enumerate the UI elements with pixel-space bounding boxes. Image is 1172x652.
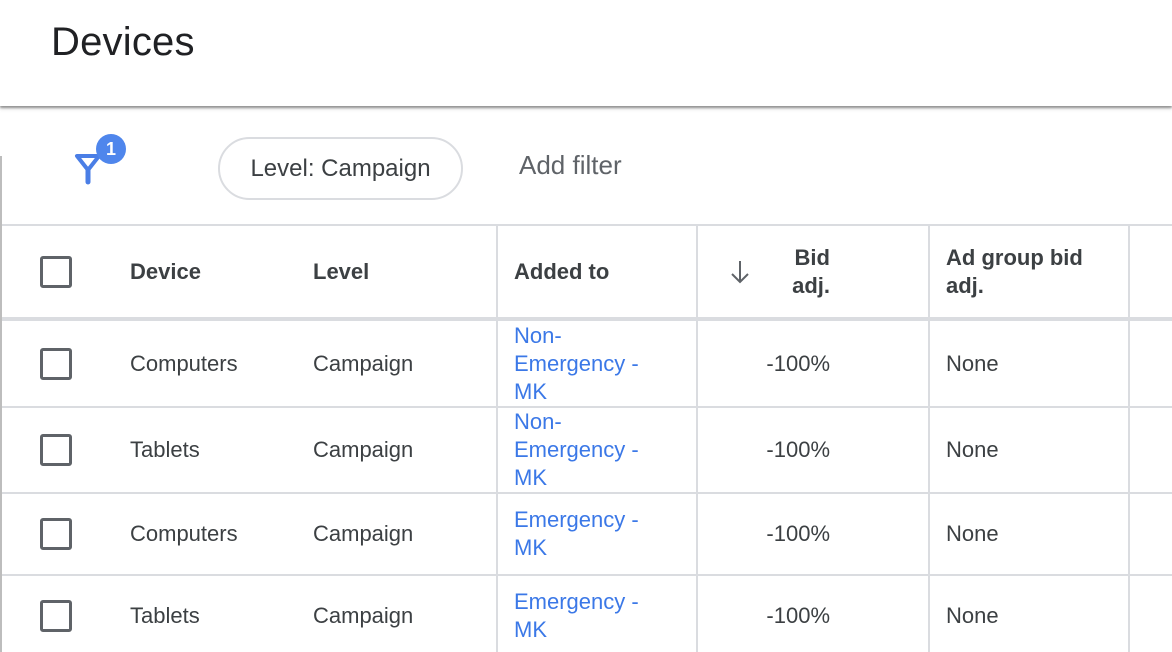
- row-checkbox[interactable]: [40, 600, 72, 632]
- row-select: [2, 493, 112, 576]
- table-row: Tablets Campaign Non- Emergency - MK -100%…: [2, 407, 1172, 494]
- cell-extra: [1129, 407, 1172, 494]
- column-header-level[interactable]: Level: [297, 224, 498, 321]
- cell-device: Tablets: [112, 407, 297, 494]
- filter-count-badge: 1: [96, 134, 126, 164]
- cell-extra: [1129, 493, 1172, 576]
- cell-device: Computers: [112, 319, 297, 408]
- filter-chip-label: Level: Campaign: [250, 154, 431, 182]
- cell-device: Computers: [112, 493, 297, 576]
- column-header-ad-group-bid-adj[interactable]: Ad group bid adj.: [929, 224, 1130, 321]
- column-header-added-to[interactable]: Added to: [497, 224, 698, 321]
- cell-ad-group-bid-adj: None: [929, 575, 1130, 652]
- ad-group-bid-adj-line2: adj.: [946, 272, 984, 298]
- cell-bid-adj[interactable]: -100%: [697, 493, 930, 576]
- cell-extra: [1129, 319, 1172, 408]
- campaign-link[interactable]: Emergency - MK: [514, 588, 664, 644]
- column-header-device[interactable]: Device: [112, 224, 297, 321]
- row-checkbox[interactable]: [40, 518, 72, 550]
- add-filter-button[interactable]: Add filter: [519, 150, 622, 181]
- header-select-all: [2, 224, 112, 321]
- bid-adj-label: Bid adj.: [792, 244, 830, 300]
- cell-bid-adj[interactable]: -100%: [697, 319, 930, 408]
- campaign-link[interactable]: Non- Emergency - MK: [514, 322, 664, 406]
- sort-descending-icon[interactable]: [728, 258, 752, 286]
- cell-bid-adj[interactable]: -100%: [697, 575, 930, 652]
- bid-adj-label-line1: Bid: [794, 245, 830, 270]
- ad-group-bid-adj-line1: Ad group bid: [946, 244, 1083, 270]
- cell-level: Campaign: [297, 575, 498, 652]
- cell-device: Tablets: [112, 575, 297, 652]
- cell-level: Campaign: [297, 407, 498, 494]
- campaign-link[interactable]: Non- Emergency - MK: [514, 408, 664, 492]
- cell-level: Campaign: [297, 493, 498, 576]
- row-select: [2, 575, 112, 652]
- cell-ad-group-bid-adj: None: [929, 407, 1130, 494]
- campaign-link[interactable]: Emergency - MK: [514, 506, 664, 562]
- page-title: Devices: [51, 20, 195, 64]
- row-select: [2, 319, 112, 408]
- column-header-extra: [1129, 224, 1172, 321]
- cell-added-to: Emergency - MK: [497, 493, 698, 576]
- page-header: Devices: [0, 0, 1172, 106]
- cell-ad-group-bid-adj: None: [929, 493, 1130, 576]
- cell-added-to: Emergency - MK: [497, 575, 698, 652]
- column-header-bid-adj[interactable]: Bid adj.: [697, 224, 930, 321]
- table-row: Tablets Campaign Emergency - MK -100% Non…: [2, 575, 1172, 652]
- cell-bid-adj[interactable]: -100%: [697, 407, 930, 494]
- cell-ad-group-bid-adj: None: [929, 319, 1130, 408]
- bid-adj-label-line2: adj.: [792, 273, 830, 298]
- row-select: [2, 407, 112, 494]
- table-header-row: Device Level Added to Bid adj. Ad group …: [2, 224, 1172, 321]
- table-row: Computers Campaign Emergency - MK -100% N…: [2, 493, 1172, 576]
- devices-table: Device Level Added to Bid adj. Ad group …: [2, 224, 1172, 652]
- cell-extra: [1129, 575, 1172, 652]
- select-all-checkbox[interactable]: [40, 255, 72, 288]
- cell-level: Campaign: [297, 319, 498, 408]
- row-checkbox[interactable]: [40, 434, 72, 466]
- table-row: Computers Campaign Non- Emergency - MK -10…: [2, 319, 1172, 408]
- cell-added-to: Non- Emergency - MK: [497, 407, 698, 494]
- cell-added-to: Non- Emergency - MK: [497, 319, 698, 408]
- row-checkbox[interactable]: [40, 347, 72, 380]
- filter-chip-level[interactable]: Level: Campaign: [218, 137, 463, 200]
